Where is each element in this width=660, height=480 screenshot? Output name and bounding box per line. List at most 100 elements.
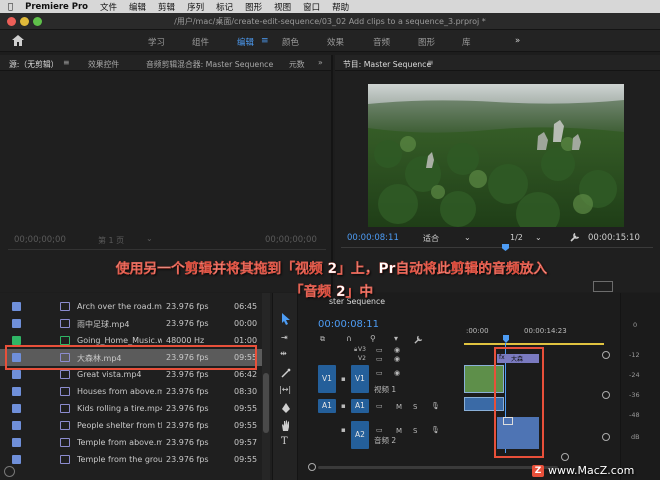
track-a2-label[interactable]: A2: [351, 421, 369, 449]
timeline-hscrollbar[interactable]: [318, 466, 558, 469]
workspace-editing[interactable]: 编辑: [237, 36, 254, 48]
source-scrub-bar[interactable]: [8, 249, 326, 250]
a2-mute-button[interactable]: M: [396, 427, 402, 435]
nest-toggle-icon[interactable]: ⧉: [320, 335, 325, 344]
slip-tool-icon[interactable]: |↔|: [279, 385, 291, 394]
label-color-swatch[interactable]: [12, 336, 21, 345]
label-color-swatch[interactable]: [12, 438, 21, 447]
workspace-libraries[interactable]: 库: [462, 36, 471, 48]
linked-selection-icon[interactable]: ⚲: [370, 334, 376, 343]
project-list-item[interactable]: Temple from above.mp4 23.976 fps 09:57: [0, 434, 262, 451]
menu-markers[interactable]: 标记: [216, 1, 233, 13]
workspace-color[interactable]: 颜色: [282, 36, 299, 48]
workspace-more-icon[interactable]: »: [515, 36, 520, 46]
track-scroll-knob-bottom[interactable]: [602, 433, 610, 441]
tab-source[interactable]: 源:（无剪辑）: [9, 59, 58, 70]
track-v2-label[interactable]: V2: [355, 354, 369, 363]
project-bottom-icon[interactable]: [4, 466, 15, 477]
label-color-swatch[interactable]: [12, 455, 21, 464]
program-playhead[interactable]: [502, 244, 509, 251]
menu-view[interactable]: 视图: [274, 1, 291, 13]
timeline-settings-icon[interactable]: [414, 335, 423, 344]
a1-lock-icon[interactable]: ▪: [341, 402, 346, 410]
source-tab-menu-icon[interactable]: ≡: [63, 58, 70, 67]
project-list-item[interactable]: People shelter from the 23.976 fps 09:55: [0, 417, 262, 434]
workspace-assembly[interactable]: 组件: [192, 36, 209, 48]
a2-solo-button[interactable]: S: [413, 427, 417, 435]
label-color-swatch[interactable]: [12, 319, 21, 328]
add-marker-icon[interactable]: ▾: [394, 334, 398, 343]
timeline-zoom-knob[interactable]: [561, 453, 569, 461]
label-color-swatch[interactable]: [12, 404, 21, 413]
a2-voiceover-icon[interactable]: 🎙︎: [431, 426, 440, 434]
source-settings-icon[interactable]: ⌄: [146, 234, 153, 243]
label-color-swatch[interactable]: [12, 370, 21, 379]
workspace-effects[interactable]: 效果: [327, 36, 344, 48]
a2-sync-icon[interactable]: ▭: [376, 426, 383, 434]
workspace-menu-icon[interactable]: ≡: [261, 36, 269, 46]
menu-graphics[interactable]: 图形: [245, 1, 262, 13]
v1-sync-icon[interactable]: ▭: [376, 369, 383, 377]
track-scroll-knob-mid[interactable]: [602, 391, 610, 399]
menu-help[interactable]: 帮助: [332, 1, 349, 13]
menu-window[interactable]: 窗口: [303, 1, 320, 13]
program-tab-menu-icon[interactable]: ≡: [427, 58, 434, 67]
a1-mute-button[interactable]: M: [396, 403, 402, 411]
v3-sync-icon[interactable]: ▭: [376, 346, 383, 354]
source-more-icon[interactable]: »: [318, 58, 323, 67]
tab-audio-clip-mixer[interactable]: 音频剪辑混合器: Master Sequence: [146, 59, 273, 70]
tab-metadata[interactable]: 元数: [289, 59, 305, 70]
track-v1-label[interactable]: V1: [351, 365, 369, 393]
v2-eye-icon[interactable]: ◉: [394, 355, 400, 363]
project-list-item[interactable]: Kids rolling a tire.mp4 23.976 fps 09:55: [0, 400, 262, 417]
menu-clip[interactable]: 剪辑: [158, 1, 175, 13]
apple-icon[interactable]: : [8, 2, 13, 12]
workspace-learn[interactable]: 学习: [148, 36, 165, 48]
home-icon[interactable]: [12, 35, 24, 46]
wrench-icon[interactable]: [570, 232, 580, 242]
project-scroll-thumb[interactable]: [263, 373, 269, 433]
selection-tool-icon[interactable]: [281, 313, 291, 325]
work-area-bar[interactable]: [464, 343, 604, 345]
a1-solo-button[interactable]: S: [413, 403, 417, 411]
timeline-timecode[interactable]: 00:00:08:11: [318, 319, 379, 330]
v1-lock-icon[interactable]: ▪: [341, 375, 346, 383]
project-list-item[interactable]: Temple from the ground 23.976 fps 09:55: [0, 451, 262, 468]
label-color-swatch[interactable]: [12, 421, 21, 430]
type-tool-icon[interactable]: T: [281, 436, 288, 447]
resolution-dropdown[interactable]: 1/2: [510, 233, 523, 242]
zoom-fit-dropdown[interactable]: 适合: [423, 233, 439, 244]
source-patch-a1[interactable]: A1: [318, 399, 336, 413]
track-select-tool-icon[interactable]: ⇥: [281, 333, 288, 342]
menu-app-name[interactable]: Premiere Pro: [25, 2, 88, 12]
workspace-graphics[interactable]: 图形: [418, 36, 435, 48]
project-list-item[interactable]: Houses from above.mp4 23.976 fps 08:30: [0, 383, 262, 400]
source-page-dropdown[interactable]: 第 1 页: [98, 235, 124, 246]
a1-voiceover-icon[interactable]: 🎙︎: [431, 402, 440, 410]
menu-sequence[interactable]: 序列: [187, 1, 204, 13]
label-color-swatch[interactable]: [12, 302, 21, 311]
a2-lock-icon[interactable]: ▪: [341, 426, 346, 434]
track-v3-label[interactable]: V3: [355, 345, 369, 354]
menu-file[interactable]: 文件: [100, 1, 117, 13]
tab-effect-controls[interactable]: 效果控件: [88, 59, 119, 70]
pen-tool-icon[interactable]: [281, 403, 291, 413]
workspace-audio[interactable]: 音频: [373, 36, 390, 48]
timeline-hscroll-left[interactable]: [308, 463, 316, 471]
razor-tool-icon[interactable]: [281, 368, 291, 378]
label-color-swatch[interactable]: [12, 387, 21, 396]
project-list-item[interactable]: 雨中足球.mp4 23.976 fps 00:00: [0, 315, 262, 332]
track-scroll-knob-top[interactable]: [602, 351, 610, 359]
menu-edit[interactable]: 编辑: [129, 1, 146, 13]
snap-icon[interactable]: ∩: [346, 334, 352, 343]
v2-sync-icon[interactable]: ▭: [376, 355, 383, 363]
v1-eye-icon[interactable]: ◉: [394, 369, 400, 377]
program-scrub-bar[interactable]: [341, 247, 653, 248]
ripple-edit-tool-icon[interactable]: ⇹: [280, 349, 287, 358]
track-a1-label[interactable]: A1: [351, 399, 369, 413]
hand-tool-icon[interactable]: [280, 420, 291, 431]
tab-program[interactable]: 节目: Master Sequence: [343, 59, 431, 70]
source-patch-v1[interactable]: V1: [318, 365, 336, 393]
a1-sync-icon[interactable]: ▭: [376, 402, 383, 410]
v3-eye-icon[interactable]: ◉: [394, 346, 400, 354]
